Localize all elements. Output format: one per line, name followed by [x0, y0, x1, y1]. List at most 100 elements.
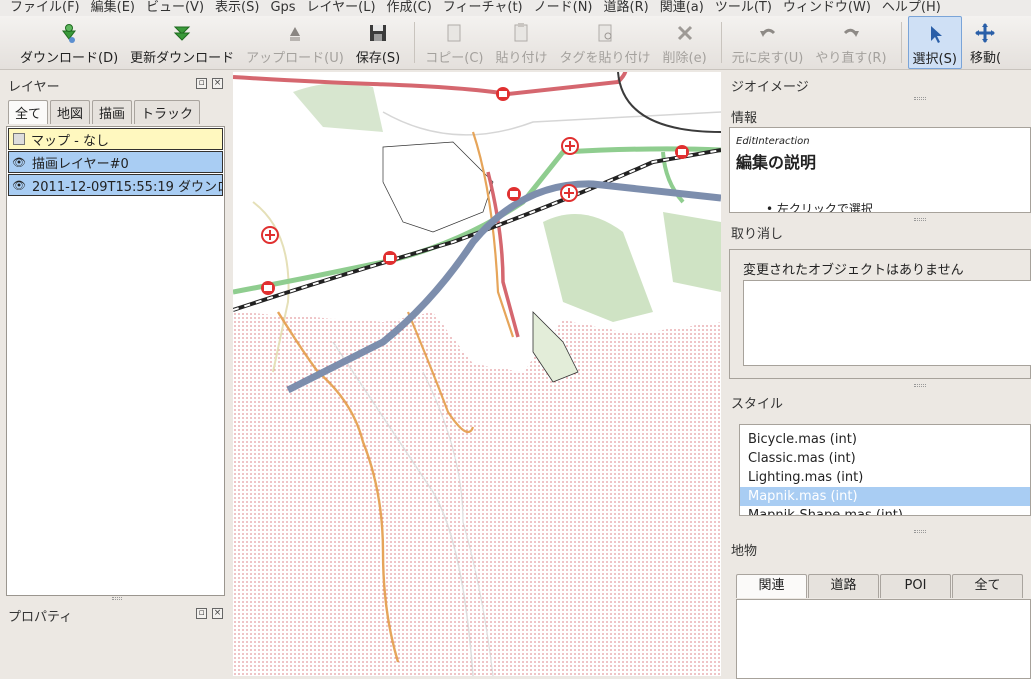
style-list: Bicycle.mas (int) Classic.mas (int) Ligh…	[739, 424, 1031, 516]
resize-grip[interactable]	[914, 97, 926, 100]
layer-label: マップ - なし	[31, 133, 109, 149]
tab-poi[interactable]: POI	[880, 574, 951, 598]
menu-edit[interactable]: 編集(E)	[91, 0, 140, 16]
style-item[interactable]: Lighting.mas (int)	[740, 468, 1030, 487]
menu-help[interactable]: ヘルプ(H)	[882, 0, 946, 16]
float-panel-icon[interactable]: ▫	[196, 78, 207, 89]
move-mode-label: 移動(	[969, 51, 1002, 66]
info-box: EditInteraction 編集の説明 • 左クリックで選択	[729, 127, 1031, 213]
map-canvas[interactable]	[233, 72, 721, 676]
copy-button[interactable]: コピー(C)	[421, 16, 487, 69]
tab-track[interactable]: トラック	[134, 100, 201, 124]
menu-tools[interactable]: ツール(T)	[715, 0, 777, 16]
eye-icon[interactable]: 👁	[12, 179, 26, 192]
layer-item-map[interactable]: マップ - なし	[8, 128, 223, 150]
undo-label: 元に戻す(U)	[731, 51, 804, 66]
menu-window[interactable]: ウィンドウ(W)	[783, 0, 876, 16]
style-item-selected[interactable]: Mapnik.mas (int)	[740, 487, 1030, 506]
redo-label: やり直す(R)	[815, 51, 887, 66]
toolbar-separator	[900, 22, 902, 63]
poi-marker[interactable]	[383, 251, 397, 265]
tab-relation[interactable]: 関連	[736, 574, 807, 598]
layer-label: 描画レイヤー#0	[32, 156, 129, 172]
toolbar-separator	[720, 22, 722, 63]
menu-view[interactable]: ビュー(V)	[146, 0, 209, 16]
copy-icon	[442, 22, 466, 44]
update-download-button[interactable]: 更新ダウンロード	[126, 16, 238, 69]
close-panel-icon[interactable]: ×	[212, 608, 223, 619]
geoimage-title: ジオイメージ	[731, 80, 809, 95]
properties-panel: プロパティ ▫ ×	[0, 602, 230, 676]
info-heading: 編集の説明	[736, 153, 817, 172]
copy-label: コピー(C)	[425, 51, 484, 66]
toolbar: ダウンロード(D) 更新ダウンロード アップロード(U) 保存(S) コピー(C…	[0, 16, 1031, 70]
download-icon	[57, 22, 81, 44]
menu-relation[interactable]: 関連(a)	[660, 0, 709, 16]
resize-grip[interactable]	[914, 218, 926, 221]
cursor-arrow-icon	[923, 23, 947, 45]
properties-title: プロパティ	[8, 610, 73, 625]
menu-layer[interactable]: レイヤー(L)	[307, 0, 381, 16]
eye-icon[interactable]: 👁	[12, 156, 26, 169]
paste-tags-label: タグを貼り付け	[559, 51, 651, 66]
resize-grip[interactable]	[914, 384, 926, 387]
layer-tabs: 全て 地図 描画 トラック	[8, 100, 202, 124]
right-panel: ジオイメージ 情報 EditInteraction 編集の説明 • 左クリックで…	[724, 72, 1031, 679]
resize-grip[interactable]	[914, 530, 926, 533]
delete-label: 削除(e)	[662, 51, 707, 66]
toolbar-separator	[414, 22, 416, 63]
info-title: 情報	[731, 111, 758, 126]
tab-all[interactable]: 全て	[8, 100, 49, 124]
layers-panel: レイヤー ▫ × 全て 地図 描画 トラック マップ - なし 👁 描画レイヤー…	[0, 72, 230, 596]
paste-tags-button[interactable]: タグを貼り付け	[556, 16, 655, 69]
poi-marker[interactable]	[261, 226, 279, 244]
move-mode-button[interactable]: 移動(	[966, 16, 1005, 69]
menu-gps[interactable]: Gps	[270, 0, 300, 16]
poi-marker[interactable]	[261, 281, 275, 295]
layer-item-download[interactable]: 👁 2011-12-09T15:55:19 ダウンロ	[8, 174, 223, 196]
move-arrows-icon	[973, 22, 997, 44]
float-panel-icon[interactable]: ▫	[196, 608, 207, 619]
undo-title: 取り消し	[731, 227, 784, 242]
save-icon	[366, 22, 390, 44]
save-button[interactable]: 保存(S)	[352, 16, 404, 69]
menu-road[interactable]: 道路(R)	[604, 0, 654, 16]
menu-node[interactable]: ノード(N)	[534, 0, 598, 16]
poi-marker[interactable]	[507, 187, 521, 201]
resize-grip[interactable]	[112, 597, 122, 600]
redo-button[interactable]: やり直す(R)	[811, 16, 890, 69]
download-button[interactable]: ダウンロード(D)	[16, 16, 122, 69]
poi-marker[interactable]	[561, 137, 579, 155]
download-label: ダウンロード(D)	[20, 51, 119, 66]
menu-show[interactable]: 表示(S)	[215, 0, 264, 16]
upload-icon	[283, 22, 307, 44]
close-panel-icon[interactable]: ×	[212, 78, 223, 89]
style-item[interactable]: Classic.mas (int)	[740, 449, 1030, 468]
menu-file[interactable]: ファイル(F)	[10, 0, 85, 16]
visibility-checkbox[interactable]	[13, 133, 25, 145]
layers-title: レイヤー	[8, 80, 60, 95]
tab-map[interactable]: 地図	[50, 100, 91, 124]
select-mode-label: 選択(S)	[912, 52, 957, 67]
tab-drawing[interactable]: 描画	[92, 100, 133, 124]
delete-icon	[673, 22, 697, 44]
undo-button[interactable]: 元に戻す(U)	[728, 16, 808, 69]
tab-road[interactable]: 道路	[808, 574, 879, 598]
delete-button[interactable]: 削除(e)	[659, 16, 711, 69]
style-title: スタイル	[731, 397, 784, 412]
style-item[interactable]: Mapnik-Shape.mas (int)	[740, 506, 1030, 515]
poi-marker[interactable]	[560, 184, 578, 202]
layer-item-drawing[interactable]: 👁 描画レイヤー#0	[8, 151, 223, 173]
menu-feature[interactable]: フィーチャ(t)	[443, 0, 528, 16]
poi-marker[interactable]	[496, 87, 510, 101]
poi-marker[interactable]	[675, 145, 689, 159]
style-item[interactable]: Bicycle.mas (int)	[740, 430, 1030, 449]
layer-label: 2011-12-09T15:55:19 ダウンロ	[32, 179, 223, 195]
paste-button[interactable]: 貼り付け	[491, 16, 551, 69]
tab-all-features[interactable]: 全て	[952, 574, 1023, 598]
menu-create[interactable]: 作成(C)	[387, 0, 437, 16]
upload-button[interactable]: アップロード(U)	[242, 16, 348, 69]
features-title: 地物	[731, 544, 758, 559]
undo-list	[743, 280, 1031, 366]
select-mode-button[interactable]: 選択(S)	[907, 16, 962, 69]
